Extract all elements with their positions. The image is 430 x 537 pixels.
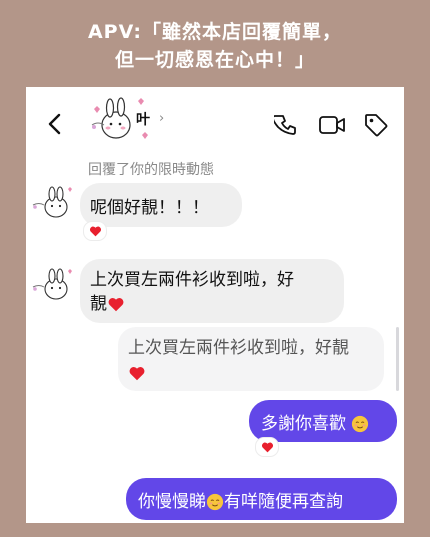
- relieved-face-emoji-icon: [206, 493, 224, 511]
- heart-reaction[interactable]: [255, 437, 279, 457]
- relieved-face-emoji-icon: [352, 415, 369, 433]
- reply-indicator-bar: [396, 327, 399, 391]
- caption-banner: APV:「雖然本店回覆簡單， 但一切感恩在心中！」: [0, 0, 430, 86]
- contact-avatar-small[interactable]: [30, 183, 78, 223]
- heart-reaction[interactable]: [83, 221, 107, 241]
- message-text: 你慢慢睇: [138, 492, 206, 512]
- chevron-left-icon[interactable]: [46, 113, 64, 135]
- contact-name[interactable]: 叶: [136, 109, 150, 129]
- chat-header: 叶 ›: [26, 87, 404, 153]
- caption-line-2: 但一切感恩在心中！」: [114, 49, 315, 71]
- caption-line-1: APV:「雖然本店回覆簡單，: [87, 21, 343, 43]
- chat-screen: 叶 › 回覆了你的限時動態 呢個好靚！！！ 上次買左兩件衫收到啦，好 靚 上次買…: [26, 87, 404, 523]
- replied-story-label: 回覆了你的限時動態: [88, 162, 214, 178]
- sent-message-bubble[interactable]: 多謝你喜歡: [249, 400, 397, 442]
- contact-avatar-small[interactable]: [30, 265, 78, 305]
- message-text: 呢個好靚！！！: [90, 198, 209, 218]
- message-text: 多謝你喜歡: [261, 414, 346, 434]
- heart-icon: [89, 226, 101, 237]
- chevron-right-icon[interactable]: ›: [159, 111, 164, 126]
- quoted-reply-preview[interactable]: 上次買左兩件衫收到啦，好靚: [118, 327, 384, 391]
- heart-emoji-icon: [108, 298, 124, 312]
- sent-message-bubble[interactable]: 你慢慢睇 有咩隨便再查詢: [126, 478, 397, 520]
- heart-icon: [261, 442, 273, 453]
- received-message-bubble[interactable]: 呢個好靚！！！: [80, 183, 242, 227]
- phone-icon[interactable]: [274, 113, 298, 137]
- video-camera-icon[interactable]: [318, 113, 346, 137]
- heart-emoji-icon: [129, 367, 145, 381]
- message-text-line-2: 靚: [90, 294, 107, 314]
- message-text-tail: 有咩隨便再查詢: [224, 492, 343, 512]
- tag-icon[interactable]: [363, 112, 389, 138]
- received-message-bubble[interactable]: 上次買左兩件衫收到啦，好 靚: [80, 259, 344, 323]
- quoted-text: 上次買左兩件衫收到啦，好靚: [128, 338, 349, 358]
- message-text-line-1: 上次買左兩件衫收到啦，好: [90, 270, 294, 290]
